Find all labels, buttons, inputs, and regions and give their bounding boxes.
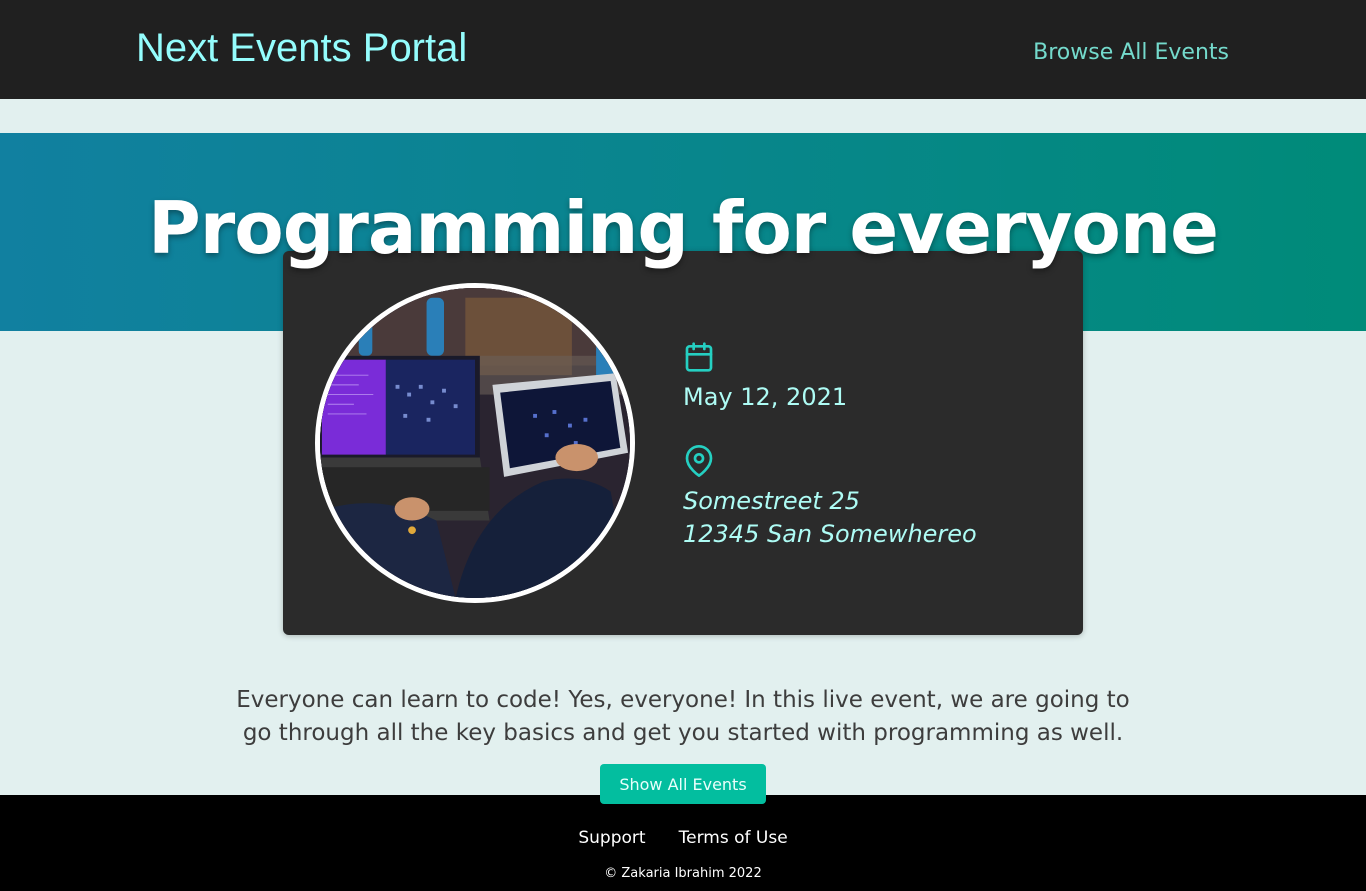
event-date-block: May 12, 2021	[683, 341, 847, 411]
event-address-block: Somestreet 25 12345 San Somewhereo	[683, 445, 977, 551]
event-address-line2: 12345 San Somewhereo	[683, 520, 977, 548]
site-header: Next Events Portal Browse All Events	[0, 0, 1366, 99]
browse-all-events-link[interactable]: Browse All Events	[1033, 40, 1229, 65]
event-address: Somestreet 25 12345 San Somewhereo	[683, 485, 977, 551]
site-footer: Support Terms of Use © Zakaria Ibrahim 2…	[0, 795, 1366, 891]
calendar-icon	[683, 341, 715, 373]
footer-links: Support Terms of Use	[0, 828, 1366, 848]
event-image	[315, 283, 635, 603]
event-description: Everyone can learn to code! Yes, everyon…	[236, 687, 1130, 746]
support-link[interactable]: Support	[578, 828, 645, 848]
show-all-events-button[interactable]: Show All Events	[600, 764, 766, 804]
terms-of-use-link[interactable]: Terms of Use	[679, 828, 788, 848]
event-date: May 12, 2021	[683, 383, 848, 411]
copyright-text: © Zakaria Ibrahim 2022	[604, 866, 762, 881]
event-logistics-card: May 12, 2021 Somestreet 25 12345 San Som…	[283, 251, 1083, 635]
site-logo-link[interactable]: Next Events Portal	[136, 26, 467, 71]
event-title: Programming for everyone	[148, 186, 1219, 270]
event-address-line1: Somestreet 25	[683, 487, 860, 515]
location-pin-icon	[683, 445, 715, 477]
